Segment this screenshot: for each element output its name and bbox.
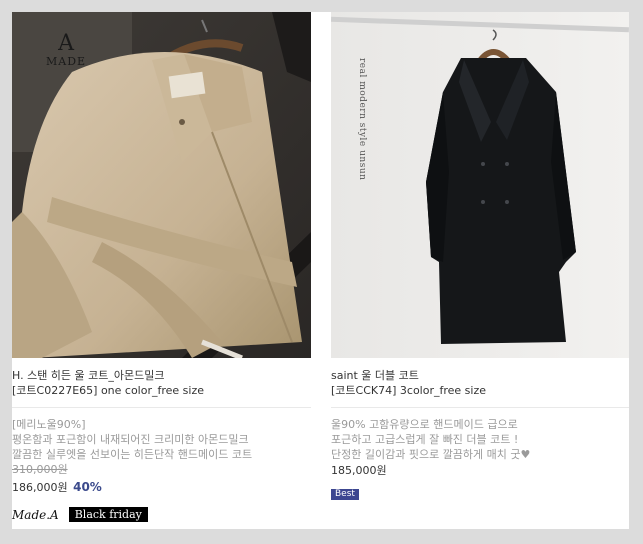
product-name[interactable]: saint 울 더블 코트 [331,368,629,383]
product-grid-panel: A MADE H. 스탠 히든 울 코트_아몬드밀크 [코트C0227E65] … [0,0,643,544]
product-info-1: H. 스탠 히든 울 코트_아몬드밀크 [코트C0227E65] one col… [12,358,311,522]
best-badge: Best [331,489,359,500]
product-name[interactable]: H. 스탠 히든 울 코트_아몬드밀크 [12,368,311,383]
original-price: 310,000원 [12,463,68,476]
product-card-1[interactable]: A MADE H. 스탠 히든 울 코트_아몬드밀크 [코트C0227E65] … [12,12,311,522]
product-desc-line: [메리노울90%] [12,418,86,431]
product-info-2: saint 울 더블 코트 [코트CCK74] 3color_free size… [331,358,629,500]
sale-price: 186,000원 [12,481,68,494]
product-code: [코트CCK74] 3color_free size [331,384,486,397]
product-code: [코트C0227E65] one color_free size [12,384,205,397]
product-desc-line: 울90% 고함유량으로 핸드메이드 급으로 [331,418,518,431]
product-desc-line: 단정한 길이감과 핏으로 깔끔하게 매치 굿♥ [331,448,531,461]
discount-rate: 40% [73,480,102,494]
made-a-logo: Made.A [12,507,59,522]
sale-price-row: 186,000원 40% [12,478,311,497]
product-desc-line: 깔끔한 실루엣을 선보이는 히든단작 핸드메이드 코트 [12,448,253,461]
divider [331,407,629,408]
product-image-2[interactable]: real modern style unsun [331,12,629,358]
vertical-brand-text: real modern style unsun [357,58,367,181]
black-friday-badge: Black friday [68,507,148,522]
product-image-1[interactable]: A MADE [12,12,311,358]
product-desc-line: 평온함과 포근함이 내재되어진 크리미한 아몬드밀크 [12,433,249,446]
product-desc-line: 포근하고 고급스럽게 잘 빠진 더블 코트 ! [331,433,519,446]
product-card-2[interactable]: real modern style unsun saint 울 더블 코트 [코… [331,12,629,500]
divider [12,407,311,408]
badge-row: Made.A Black friday [12,507,311,522]
brand-logo-a: A MADE [46,31,87,68]
sale-price: 185,000원 [331,464,387,477]
